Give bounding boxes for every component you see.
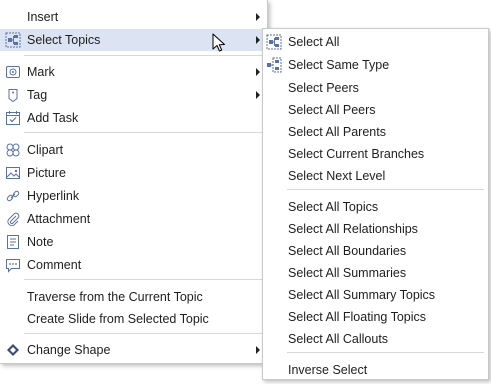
- menu-item-tag[interactable]: Tag: [0, 84, 267, 106]
- menu-item-select-topics[interactable]: Select Topics: [0, 29, 267, 51]
- menu-item-label: Insert: [27, 10, 59, 24]
- clipart-icon: [5, 142, 21, 158]
- menu-item-change-shape[interactable]: Change Shape: [0, 339, 267, 361]
- menu-item-mark[interactable]: Mark: [0, 61, 267, 83]
- menu-item-select-all-summaries[interactable]: Select All Summaries: [263, 262, 488, 284]
- menu-separator: [287, 352, 484, 353]
- menu-item-hyperlink[interactable]: Hyperlink: [0, 185, 267, 207]
- comment-icon: [5, 257, 21, 273]
- menu-item-label: Tag: [27, 88, 48, 102]
- menu-item-select-peers[interactable]: Select Peers: [263, 77, 488, 99]
- menu-separator: [24, 333, 262, 334]
- menu-item-label: Comment: [27, 258, 82, 272]
- menu-item-label: Hyperlink: [27, 189, 80, 203]
- menu-item-label: Clipart: [27, 143, 64, 157]
- menu-item-label: Select All Topics: [288, 200, 379, 214]
- menu-item-label: Select All Relationships: [288, 222, 418, 236]
- menu-separator: [24, 279, 262, 280]
- menu-item-comment[interactable]: Comment: [0, 254, 267, 276]
- task-icon: [5, 110, 21, 126]
- submenu-arrow-icon: [256, 346, 260, 354]
- menu-item-select-next-level[interactable]: Select Next Level: [263, 165, 488, 187]
- menu-item-label: Mark: [27, 65, 55, 79]
- menu-item-select-same-type[interactable]: Select Same Type: [263, 54, 488, 76]
- menu-item-inverse-select[interactable]: Inverse Select: [263, 359, 488, 381]
- menu-item-create-slide[interactable]: Create Slide from Selected Topic: [0, 308, 267, 330]
- mark-icon: [5, 64, 21, 80]
- menu-item-label: Select All Callouts: [288, 332, 389, 346]
- change-shape-icon: [5, 342, 21, 358]
- menu-item-select-all-parents[interactable]: Select All Parents: [263, 121, 488, 143]
- menu-item-label: Picture: [27, 166, 66, 180]
- menu-item-label: Traverse from the Current Topic: [27, 290, 203, 304]
- menu-separator: [24, 132, 262, 133]
- menu-item-label: Change Shape: [27, 343, 111, 357]
- select-all-icon: [266, 34, 282, 50]
- menu-item-label: Select All Summary Topics: [288, 288, 436, 302]
- menu-item-select-all[interactable]: Select All: [263, 31, 488, 53]
- menu-item-attachment[interactable]: Attachment: [0, 208, 267, 230]
- menu-item-label: Select Peers: [288, 81, 359, 95]
- menu-item-label: Select Topics: [27, 33, 101, 47]
- menu-item-label: Create Slide from Selected Topic: [27, 312, 209, 326]
- context-menu: Insert Select Topics Mark Tag Add Task C…: [0, 0, 268, 364]
- submenu-arrow-icon: [256, 91, 260, 99]
- menu-item-note[interactable]: Note: [0, 231, 267, 253]
- select-topics-submenu: Select All Select Same Type Select Peers…: [262, 28, 489, 380]
- menu-item-traverse[interactable]: Traverse from the Current Topic: [0, 286, 267, 308]
- menu-item-label: Attachment: [27, 212, 91, 226]
- menu-item-clipart[interactable]: Clipart: [0, 139, 267, 161]
- menu-item-select-all-summary-topics[interactable]: Select All Summary Topics: [263, 284, 488, 306]
- menu-item-select-current-branches[interactable]: Select Current Branches: [263, 143, 488, 165]
- menu-item-picture[interactable]: Picture: [0, 162, 267, 184]
- menu-item-label: Select All Boundaries: [288, 244, 407, 258]
- menu-item-label: Select Next Level: [288, 169, 386, 183]
- select-topics-icon: [5, 32, 21, 48]
- submenu-arrow-icon: [256, 36, 260, 44]
- tag-icon: [5, 87, 21, 103]
- note-icon: [5, 234, 21, 250]
- menu-item-add-task[interactable]: Add Task: [0, 107, 267, 129]
- menu-item-label: Select All Parents: [288, 125, 386, 139]
- menu-item-select-all-floating-topics[interactable]: Select All Floating Topics: [263, 306, 488, 328]
- menu-item-label: Select All Floating Topics: [288, 310, 427, 324]
- menu-item-label: Add Task: [27, 111, 79, 125]
- menu-separator: [24, 55, 262, 56]
- mouse-cursor-icon: [212, 33, 226, 53]
- menu-separator: [287, 189, 484, 190]
- menu-item-label: Select Current Branches: [288, 147, 425, 161]
- menu-item-select-all-relationships[interactable]: Select All Relationships: [263, 218, 488, 240]
- menu-item-label: Select Same Type: [288, 58, 390, 72]
- submenu-arrow-icon: [256, 68, 260, 76]
- menu-item-select-all-boundaries[interactable]: Select All Boundaries: [263, 240, 488, 262]
- menu-item-select-all-callouts[interactable]: Select All Callouts: [263, 328, 488, 350]
- picture-icon: [5, 165, 21, 181]
- menu-item-label: Note: [27, 235, 54, 249]
- select-same-type-icon: [266, 57, 282, 73]
- menu-item-select-all-topics[interactable]: Select All Topics: [263, 196, 488, 218]
- menu-item-label: Select All: [288, 35, 340, 49]
- menu-item-label: Select All Peers: [288, 103, 376, 117]
- attachment-icon: [5, 211, 21, 227]
- submenu-arrow-icon: [256, 13, 260, 21]
- hyperlink-icon: [5, 188, 21, 204]
- menu-item-label: Inverse Select: [288, 363, 368, 377]
- menu-item-insert[interactable]: Insert: [0, 6, 267, 28]
- menu-item-label: Select All Summaries: [288, 266, 407, 280]
- menu-item-select-all-peers[interactable]: Select All Peers: [263, 99, 488, 121]
